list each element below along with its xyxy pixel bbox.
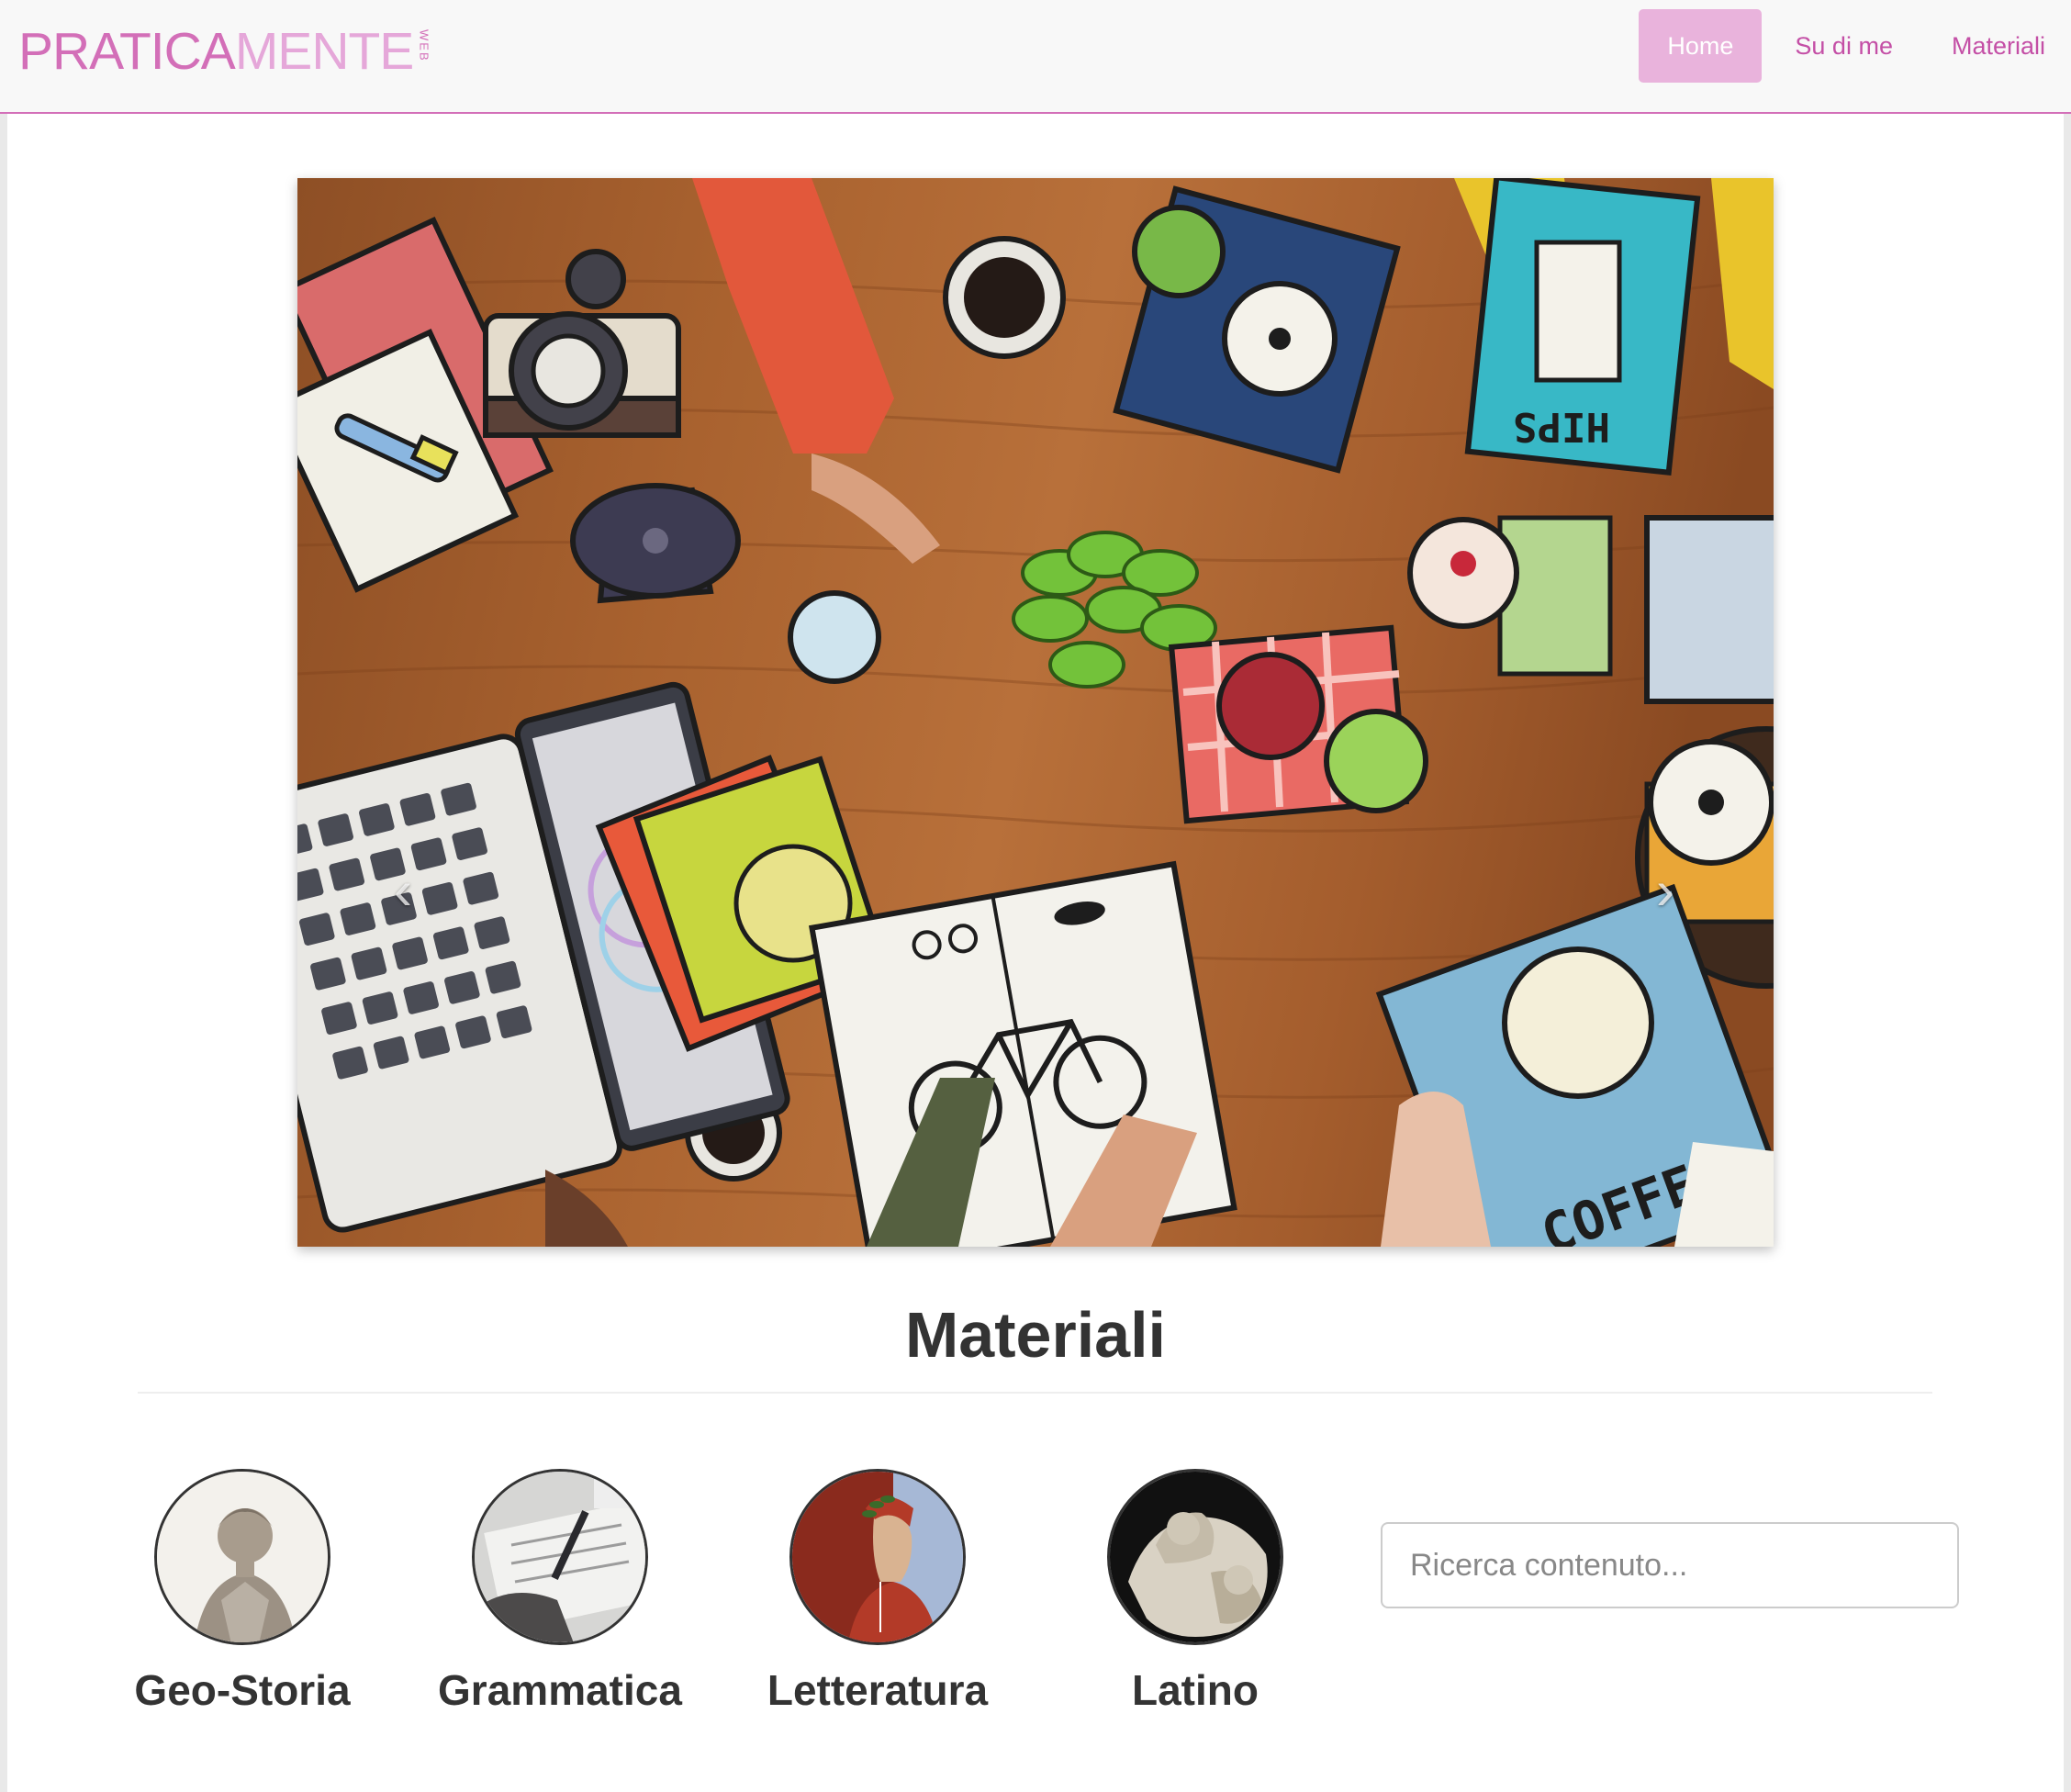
nav-su-di-me[interactable]: Su di me [1769,9,1919,83]
main-nav: Home Su di me Materiali [1631,9,2071,83]
brand-part-1: PRATICA [18,22,236,81]
letteratura-label: Letteratura [767,1666,989,1714]
category-letteratura[interactable]: Letteratura [731,1469,1024,1715]
category-latino[interactable]: Latino [1048,1469,1342,1715]
category-grammatica[interactable]: Grammatica [413,1469,707,1715]
page-title: Materiali [905,1299,1166,1371]
page-frame-left [0,114,7,1792]
hero-carousel[interactable]: HIPS COFFEE ‹ › [297,178,1774,1247]
letteratura-avatar [789,1469,966,1645]
brand-subtitle: WEB [417,29,431,62]
grammatica-label: Grammatica [438,1666,682,1714]
geo-storia-avatar [154,1469,330,1645]
category-geo-storia[interactable]: Geo-Storia [95,1469,389,1715]
page-frame-right [2064,114,2071,1792]
nav-materiali[interactable]: Materiali [1926,9,2071,83]
nav-home[interactable]: Home [1639,9,1763,83]
section-divider [138,1392,1932,1394]
brand-title: PRATICAMENTE [18,22,414,81]
carousel-next-button[interactable]: › [1647,857,1684,922]
geo-storia-label: Geo-Storia [134,1666,351,1714]
brand-part-2: MENTE [234,22,414,81]
svg-text:HIPS: HIPS [1513,403,1610,450]
brand-logo[interactable]: PRATICAMENTE WEB [18,24,431,88]
navbar: PRATICAMENTE WEB Home Su di me Materiali [0,0,2071,114]
grammatica-avatar [472,1469,648,1645]
latino-label: Latino [1132,1666,1259,1714]
carousel-slide-image: HIPS COFFEE [297,178,1774,1247]
latino-avatar [1107,1469,1283,1645]
search-input[interactable] [1381,1522,1959,1608]
carousel-prev-button[interactable]: ‹ [385,857,421,922]
